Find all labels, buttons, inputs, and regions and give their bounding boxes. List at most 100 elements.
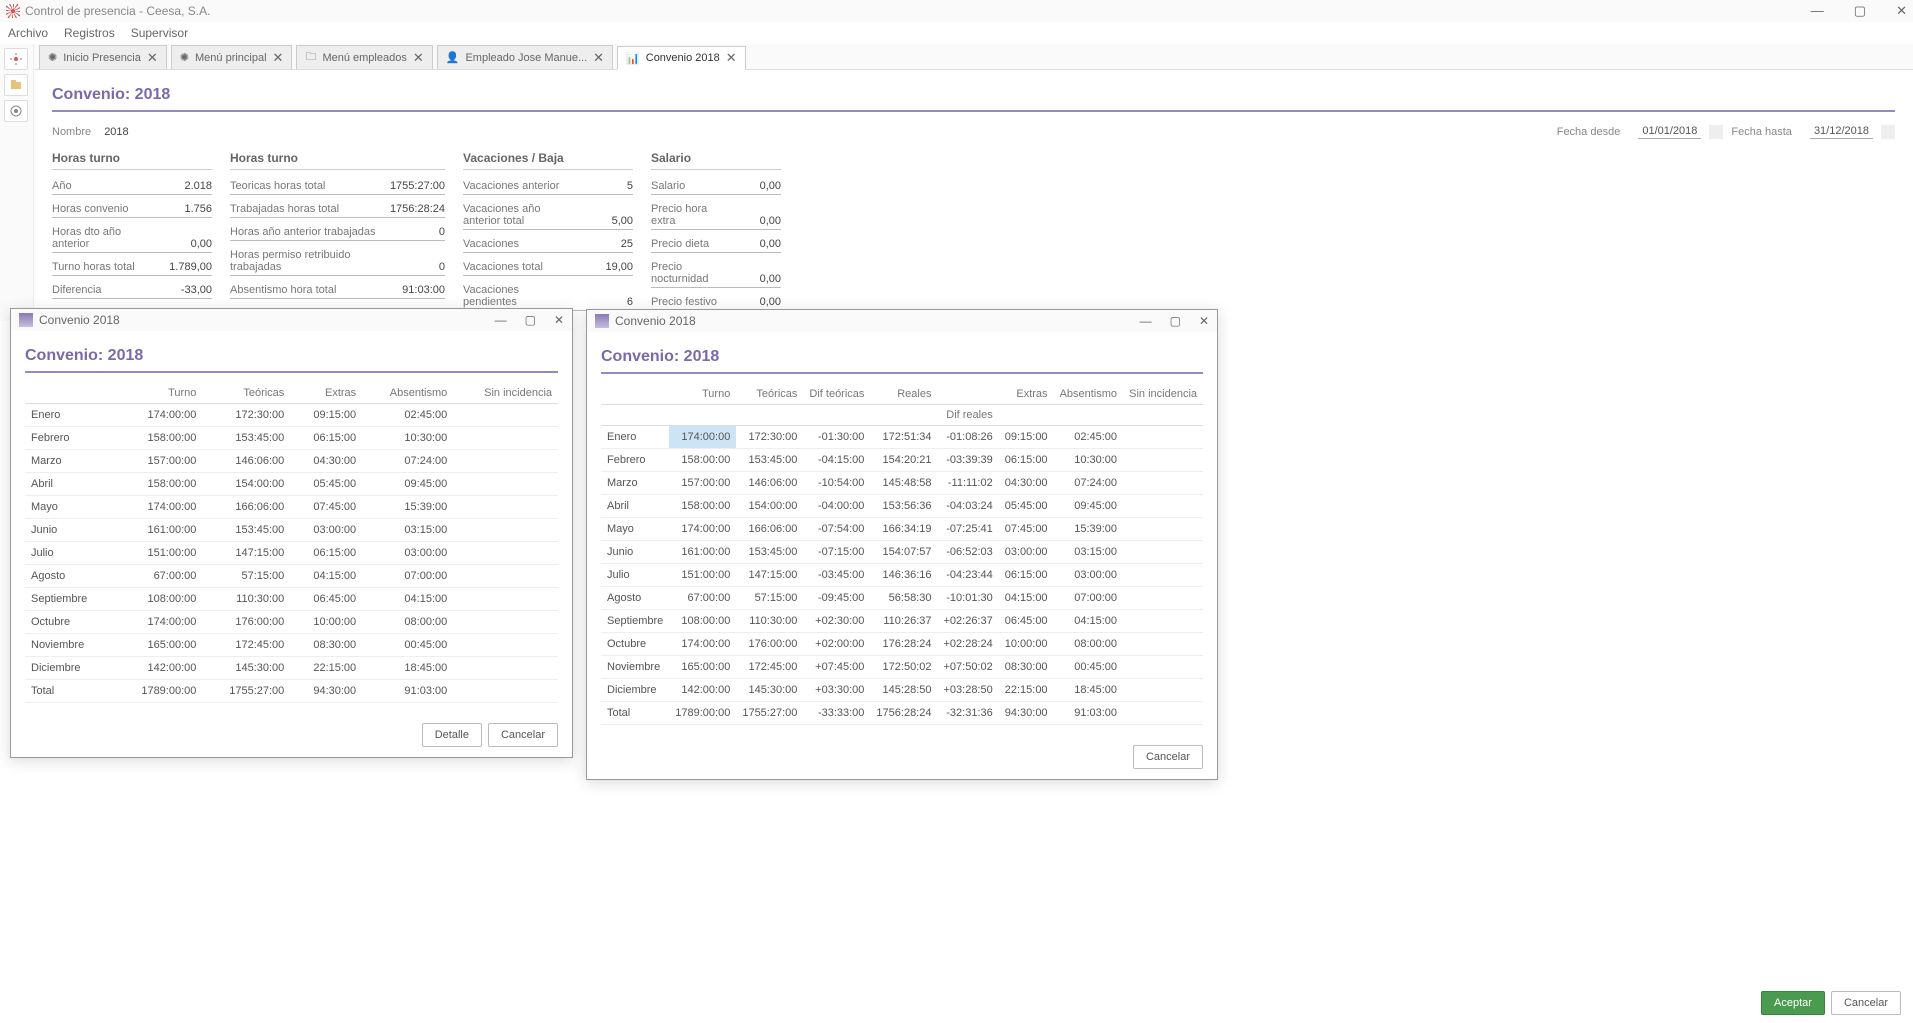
table-row[interactable]: Diciembre142:00:00145:30:00+03:30:00145:… <box>601 679 1203 702</box>
table-row[interactable]: Octubre174:00:00176:00:0010:00:0008:00:0… <box>25 611 558 634</box>
cancel-button[interactable]: Cancelar <box>488 723 558 747</box>
field-value[interactable]: 6 <box>573 296 633 308</box>
table-row[interactable]: Octubre174:00:00176:00:00+02:00:00176:28… <box>601 633 1203 656</box>
table-row[interactable]: Febrero158:00:00153:45:00-04:15:00154:20… <box>601 449 1203 472</box>
toolbar-btn-2[interactable] <box>4 74 28 96</box>
dialog-maximize[interactable]: ▢ <box>525 313 536 327</box>
field-value[interactable]: 91:03:00 <box>385 284 445 296</box>
table-row[interactable]: Julio151:00:00147:15:00-03:45:00146:36:1… <box>601 564 1203 587</box>
maximize-button[interactable]: ▢ <box>1854 3 1866 19</box>
field-value[interactable]: 5 <box>573 180 633 192</box>
field-label: Horas dto año anterior <box>52 226 152 250</box>
tab-menu-principal[interactable]: ✺ Menú principal ✕ <box>171 45 293 69</box>
detail-button[interactable]: Detalle <box>422 723 482 747</box>
fecha-desde-picker[interactable] <box>1709 125 1723 139</box>
field-value[interactable]: 1.789,00 <box>152 261 212 273</box>
tab-menu-empleados[interactable]: 🗀 Menú empleados ✕ <box>296 45 432 69</box>
field-value[interactable]: 25 <box>573 238 633 250</box>
fecha-hasta-input[interactable]: 31/12/2018 <box>1810 124 1873 139</box>
table-row[interactable]: Junio161:00:00153:45:0003:00:0003:15:00 <box>25 519 558 542</box>
field-value[interactable]: 0 <box>385 261 445 273</box>
cell: Enero <box>601 426 669 449</box>
accept-button[interactable]: Aceptar <box>1761 991 1825 1015</box>
field-value[interactable]: 0 <box>385 226 445 238</box>
tab-label: Empleado Jose Manue... <box>465 52 587 64</box>
field-value[interactable]: 1.756 <box>152 203 212 215</box>
cell <box>453 404 558 427</box>
table-row[interactable]: Abril158:00:00154:00:0005:45:0009:45:00 <box>25 473 558 496</box>
tab-convenio-2018[interactable]: 📊 Convenio 2018 ✕ <box>617 46 746 70</box>
table-row[interactable]: Febrero158:00:00153:45:0006:15:0010:30:0… <box>25 427 558 450</box>
field-value[interactable]: 0,00 <box>721 180 781 192</box>
field-value[interactable]: 0,00 <box>721 215 781 227</box>
cell: +02:00:00 <box>803 633 870 656</box>
tab-close-icon[interactable]: ✕ <box>726 50 737 66</box>
cell: 04:15:00 <box>362 588 453 611</box>
field-value[interactable]: 19,00 <box>573 261 633 273</box>
table-row[interactable]: Diciembre142:00:00145:30:0022:15:0018:45… <box>25 657 558 680</box>
tab-empleado[interactable]: 👤 Empleado Jose Manue... ✕ <box>437 45 613 69</box>
field-value[interactable]: 0,00 <box>721 273 781 285</box>
nombre-label: Nombre <box>52 126 91 138</box>
cell: Junio <box>601 541 669 564</box>
field-value[interactable]: -33,00 <box>152 284 212 296</box>
tab-close-icon[interactable]: ✕ <box>593 50 604 66</box>
menu-supervisor[interactable]: Supervisor <box>131 26 188 40</box>
table-row[interactable]: Total1789:00:001755:27:0094:30:0091:03:0… <box>25 680 558 703</box>
tab-inicio-presencia[interactable]: ✺ Inicio Presencia ✕ <box>39 45 167 69</box>
field-value[interactable]: 5,00 <box>573 215 633 227</box>
table-row[interactable]: Marzo157:00:00146:06:00-10:54:00145:48:5… <box>601 472 1203 495</box>
table-row[interactable]: Enero174:00:00172:30:00-01:30:00172:51:3… <box>601 426 1203 449</box>
tab-close-icon[interactable]: ✕ <box>413 50 424 66</box>
field-label: Trabajadas horas total <box>230 203 339 215</box>
table-row[interactable]: Total1789:00:001755:27:00-33:33:001756:2… <box>601 702 1203 725</box>
field-value[interactable]: 2.018 <box>152 180 212 192</box>
field-value[interactable]: 0,00 <box>721 238 781 250</box>
table-row[interactable]: Mayo174:00:00166:06:0007:45:0015:39:00 <box>25 496 558 519</box>
table-row[interactable]: Junio161:00:00153:45:00-07:15:00154:07:5… <box>601 541 1203 564</box>
cell: 110:26:37 <box>870 610 937 633</box>
col-header: Absentismo <box>362 383 453 404</box>
menu-archivo[interactable]: Archivo <box>8 26 48 40</box>
field-value[interactable]: 0,00 <box>721 296 781 308</box>
field-row: Horas permiso retribuido trabajadas0 <box>230 249 445 276</box>
table-row[interactable]: Marzo157:00:00146:06:0004:30:0007:24:00 <box>25 450 558 473</box>
cell: 145:30:00 <box>736 679 803 702</box>
cell: 151:00:00 <box>114 542 202 565</box>
dialog-maximize[interactable]: ▢ <box>1170 314 1181 328</box>
table-row[interactable]: Julio151:00:00147:15:0006:15:0003:00:00 <box>25 542 558 565</box>
field-row: Vacaciones año anterior total5,00 <box>463 203 633 230</box>
close-button[interactable]: ✕ <box>1896 3 1907 19</box>
table-row[interactable]: Septiembre108:00:00110:30:00+02:30:00110… <box>601 610 1203 633</box>
table-row[interactable]: Enero174:00:00172:30:0009:15:0002:45:00 <box>25 404 558 427</box>
tab-close-icon[interactable]: ✕ <box>273 50 284 66</box>
cell: Octubre <box>25 611 114 634</box>
toolbar-btn-1[interactable] <box>4 48 28 70</box>
tab-close-icon[interactable]: ✕ <box>147 50 158 66</box>
cancel-button[interactable]: Cancelar <box>1133 745 1203 769</box>
dialog-close[interactable]: ✕ <box>1199 314 1209 328</box>
cell: Abril <box>25 473 114 496</box>
table-row[interactable]: Abril158:00:00154:00:00-04:00:00153:56:3… <box>601 495 1203 518</box>
cell: 02:45:00 <box>1054 426 1123 449</box>
table-row[interactable]: Septiembre108:00:00110:30:0006:45:0004:1… <box>25 588 558 611</box>
menu-registros[interactable]: Registros <box>64 26 115 40</box>
side-toolbar <box>0 44 34 321</box>
field-value[interactable]: 1756:28:24 <box>385 203 445 215</box>
cancel-button[interactable]: Cancelar <box>1831 991 1901 1015</box>
table-row[interactable]: Agosto67:00:0057:15:00-09:45:0056:58:30-… <box>601 587 1203 610</box>
dialog-minimize[interactable]: ― <box>495 313 507 327</box>
dialog-minimize[interactable]: ― <box>1140 314 1152 328</box>
table-row[interactable]: Noviembre165:00:00172:45:00+07:45:00172:… <box>601 656 1203 679</box>
dialog-close[interactable]: ✕ <box>554 313 564 327</box>
table-row[interactable]: Noviembre165:00:00172:45:0008:30:0000:45… <box>25 634 558 657</box>
toolbar-btn-3[interactable] <box>4 100 28 122</box>
minimize-button[interactable]: ― <box>1811 3 1824 19</box>
fecha-desde-input[interactable]: 01/01/2018 <box>1638 124 1701 139</box>
table-row[interactable]: Agosto67:00:0057:15:0004:15:0007:00:00 <box>25 565 558 588</box>
field-value[interactable]: 0,00 <box>152 238 212 250</box>
cell: 158:00:00 <box>114 473 202 496</box>
table-row[interactable]: Mayo174:00:00166:06:00-07:54:00166:34:19… <box>601 518 1203 541</box>
fecha-hasta-picker[interactable] <box>1881 125 1895 139</box>
field-value[interactable]: 1755:27:00 <box>385 180 445 192</box>
